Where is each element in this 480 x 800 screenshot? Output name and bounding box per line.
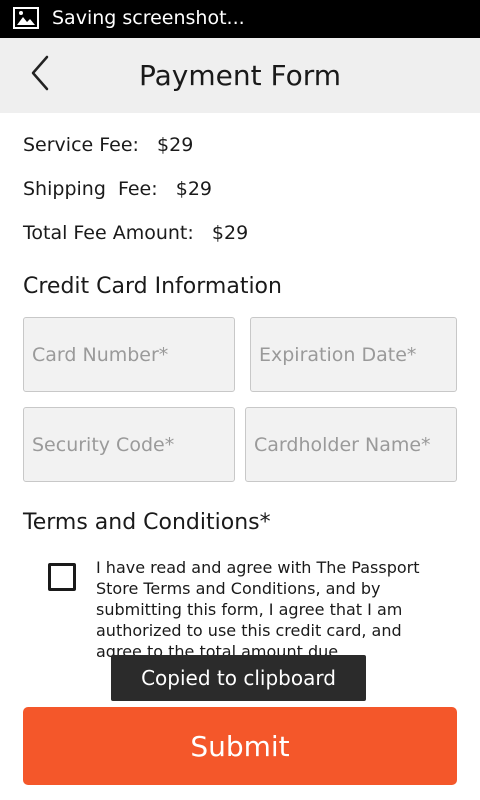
terms-text: I have read and agree with The Passport … xyxy=(96,558,420,657)
image-icon xyxy=(13,7,39,29)
service-fee-text: Service Fee: $29 xyxy=(23,134,194,156)
total-fee-text: Total Fee Amount: $29 xyxy=(23,222,249,244)
status-text: Saving screenshot... xyxy=(52,7,245,29)
card-number-field[interactable] xyxy=(23,317,235,392)
terms-checkbox[interactable] xyxy=(48,563,76,591)
terms-heading: Terms and Conditions* xyxy=(23,510,271,535)
toast-message: Copied to clipboard xyxy=(111,655,366,701)
cardholder-name-field[interactable] xyxy=(245,407,457,482)
status-bar: Saving screenshot... xyxy=(0,0,480,38)
submit-button[interactable]: Submit xyxy=(23,707,457,785)
app-bar: Payment Form xyxy=(0,38,480,113)
shipping-fee-text: Shipping Fee: $29 xyxy=(23,178,213,200)
page-title: Payment Form xyxy=(138,59,341,92)
credit-card-heading: Credit Card Information xyxy=(23,274,282,299)
security-code-field[interactable] xyxy=(23,407,235,482)
expiration-date-field[interactable] xyxy=(250,317,457,392)
